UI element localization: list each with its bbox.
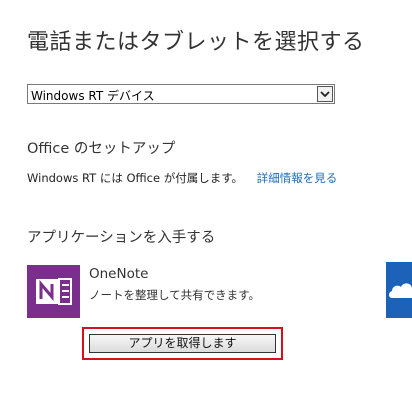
app-description: ノートを整理して共有できます。 (89, 288, 261, 302)
device-select-value: Windows RT デバイス (31, 89, 155, 103)
office-note-text: Windows RT には Office が付属します。 (27, 171, 244, 185)
onenote-icon (27, 265, 80, 318)
learn-more-link[interactable]: 詳細情報を見る (257, 171, 338, 185)
get-apps-heading: アプリケーションを入手する (27, 230, 216, 246)
skydrive-cloud-icon[interactable] (386, 262, 412, 318)
chevron-down-icon[interactable] (317, 86, 333, 102)
office-note-line: Windows RT には Office が付属します。 詳細情報を見る (27, 170, 337, 186)
highlight-frame: アプリを取得します (82, 327, 283, 360)
page-title: 電話またはタブレットを選択する (27, 30, 365, 55)
device-type-select[interactable]: Windows RT デバイス (27, 84, 335, 104)
office-setup-heading: Office のセットアップ (27, 141, 176, 157)
app-name: OneNote (89, 266, 149, 282)
get-app-button[interactable]: アプリを取得します (89, 334, 276, 353)
